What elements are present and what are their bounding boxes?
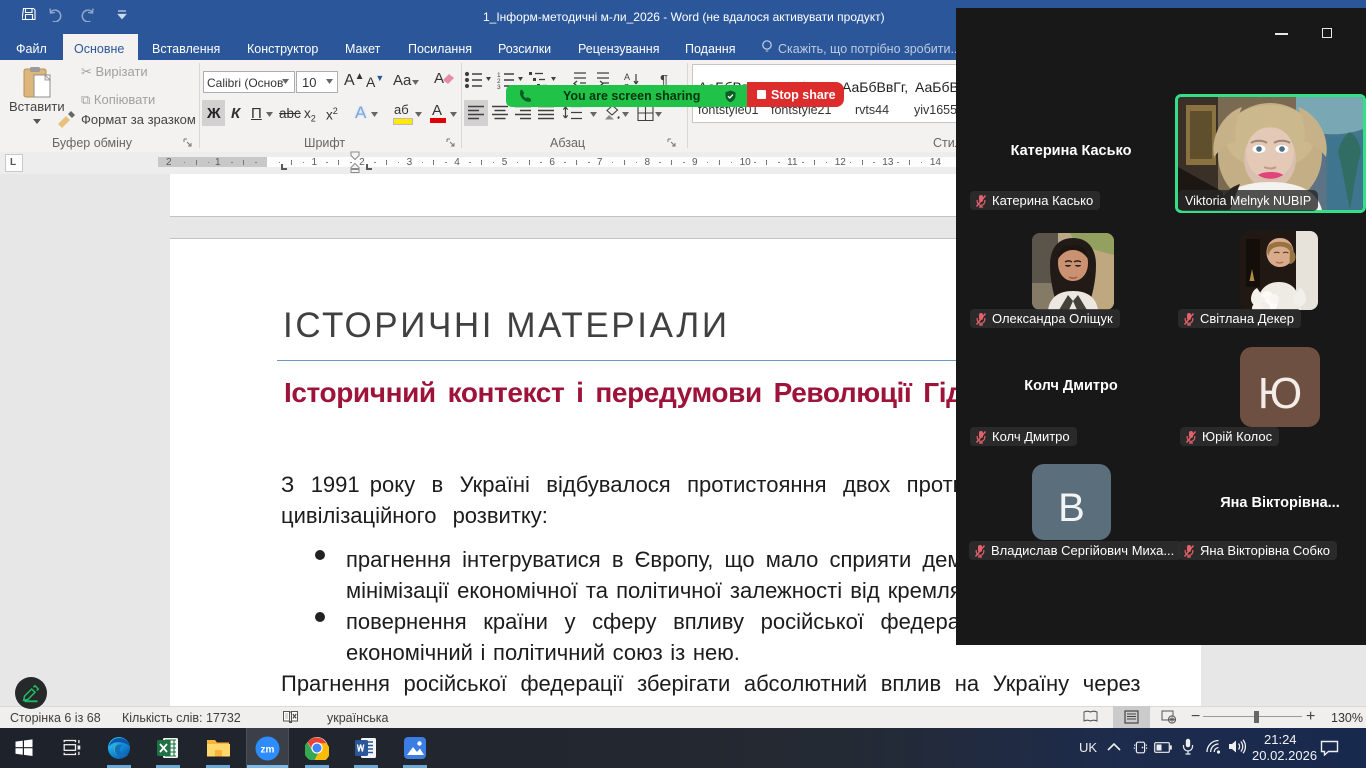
svg-text:zm: zm [261,745,275,756]
svg-text:3: 3 [497,84,501,90]
